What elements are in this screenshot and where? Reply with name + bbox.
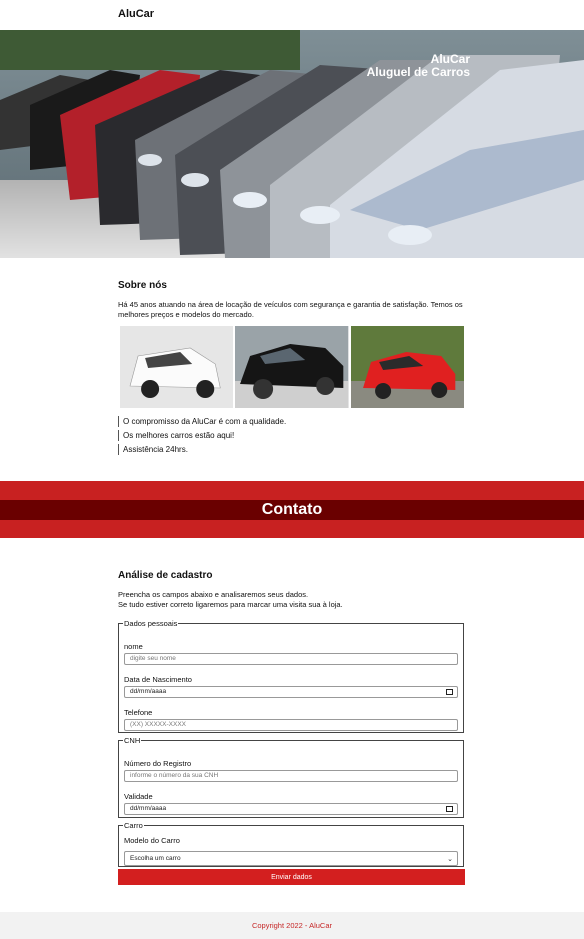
fieldset-legend: Dados pessoais (124, 619, 178, 628)
form-desc-line: Se tudo estiver correto ligaremos para m… (118, 599, 343, 609)
birthdate-input[interactable]: dd/mm/aaaa (124, 686, 458, 698)
name-label: nome (124, 642, 143, 651)
car-fieldset: Carro Modelo do Carro Escolha um carro ⌄ (118, 821, 464, 867)
car-photo-black-pickup (235, 326, 349, 408)
feature-list: O compromisso da AluCar é com a qualidad… (118, 416, 286, 458)
calendar-icon[interactable] (446, 806, 453, 812)
hero-text: AluCar Aluguel de Carros (367, 53, 470, 79)
car-model-label: Modelo do Carro (124, 836, 180, 845)
name-input[interactable]: digite seu nome (124, 653, 458, 665)
validity-value: dd/mm/aaaa (130, 805, 167, 812)
personal-data-fieldset: Dados pessoais nome digite seu nome Data… (118, 619, 464, 733)
contact-title: Contato (261, 501, 323, 518)
chevron-down-icon: ⌄ (447, 856, 453, 863)
copyright-text: Copyright 2022 - AluCar (251, 921, 333, 930)
calendar-icon[interactable] (446, 689, 453, 695)
footer: Copyright 2022 - AluCar (0, 912, 584, 939)
about-text: Há 45 anos atuando na área de locação de… (118, 300, 463, 319)
form-desc-line: Preencha os campos abaixo e analisaremos… (118, 590, 309, 599)
car-gallery (120, 326, 464, 408)
registration-input[interactable]: informe o número da sua CNH (124, 770, 458, 782)
fieldset-legend: CNH (124, 736, 141, 745)
contact-banner: Contato (0, 481, 584, 538)
brand-logo[interactable]: AluCar (118, 8, 154, 20)
validity-label: Validade (124, 792, 153, 801)
hero-banner: AluCar Aluguel de Carros (0, 30, 584, 258)
submit-button[interactable]: Enviar dados (118, 869, 465, 885)
birthdate-value: dd/mm/aaaa (130, 688, 167, 695)
feature-item: Assistência 24hrs. (118, 444, 286, 455)
about-title: Sobre nós (118, 280, 167, 291)
car-model-selected: Escolha um carro (130, 855, 181, 862)
phone-label: Telefone (124, 708, 153, 717)
hero-cars-image (0, 30, 584, 258)
fieldset-legend: Carro (124, 821, 143, 830)
car-photo-red (350, 326, 464, 408)
hero-subtitle: Aluguel de Carros (366, 65, 470, 79)
car-photo-white (120, 326, 234, 408)
phone-input[interactable]: (XX) XXXXX-XXXX (124, 719, 458, 731)
registration-label: Número do Registro (124, 759, 192, 768)
form-description: Preencha os campos abaixo e analisaremos… (118, 590, 343, 609)
top-bar: AluCar (0, 0, 584, 30)
form-title: Análise de cadastro (118, 570, 213, 581)
contact-banner-stripe: Contato (0, 500, 584, 520)
feature-item: Os melhores carros estão aqui! (118, 430, 286, 441)
validity-input[interactable]: dd/mm/aaaa (124, 803, 458, 815)
birthdate-label: Data de Nascimento (124, 675, 192, 684)
car-model-select[interactable]: Escolha um carro ⌄ (124, 851, 458, 866)
cnh-fieldset: CNH Número do Registro informe o número … (118, 736, 464, 818)
feature-item: O compromisso da AluCar é com a qualidad… (118, 416, 286, 427)
